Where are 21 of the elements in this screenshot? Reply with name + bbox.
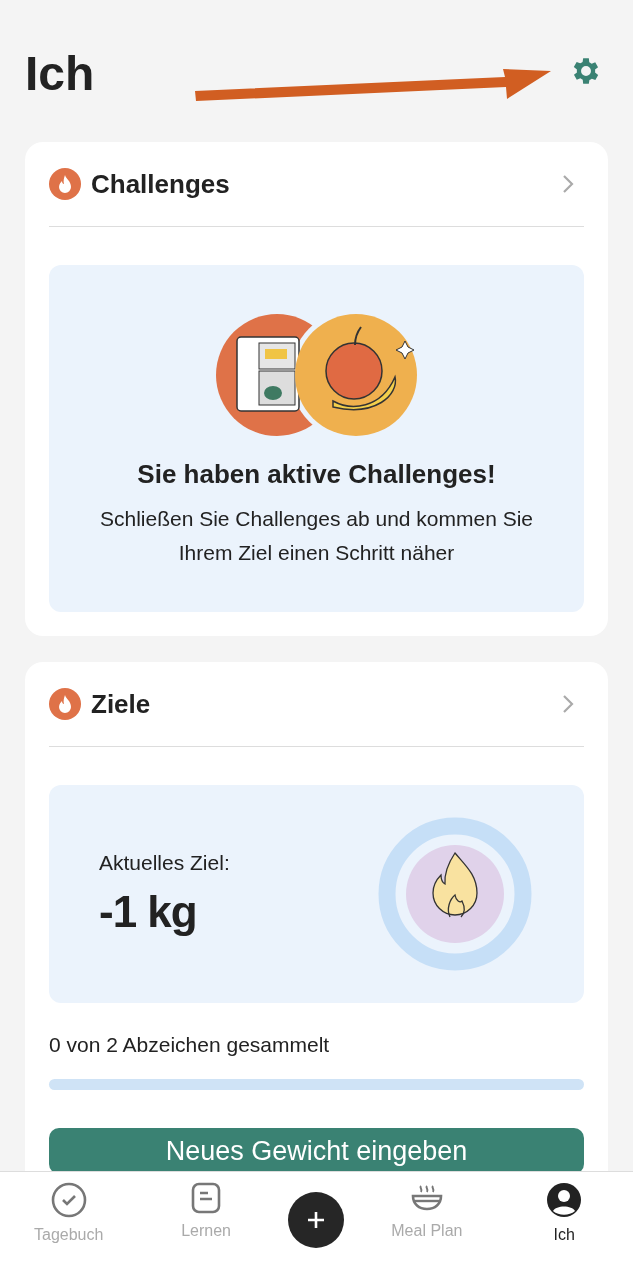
chevron-icon[interactable] <box>562 174 574 194</box>
enter-weight-button[interactable]: Neues Gewicht eingeben <box>49 1128 584 1174</box>
goal-value: -1 kg <box>99 887 198 937</box>
plus-icon <box>306 1210 327 1230</box>
challenges-heading: Sie haben aktive Challenges! <box>137 459 496 490</box>
card-title: Challenges <box>91 168 231 200</box>
tab[interactable]: Tagebuch <box>13 1182 124 1244</box>
chevron-icon[interactable] <box>562 694 574 714</box>
tab[interactable]: Lernen <box>151 1182 262 1240</box>
goal-label: Aktuelles Ziel: <box>99 851 230 875</box>
badges-count: 0 von 2 Abzeichen gesammelt <box>49 1033 331 1057</box>
flame-icon <box>49 168 81 200</box>
tab[interactable]: Meal Plan <box>371 1182 482 1240</box>
profile-icon <box>546 1182 583 1218</box>
flame-icon <box>49 688 81 720</box>
card-title: Ziele <box>91 688 152 720</box>
tab[interactable]: Ich <box>509 1182 620 1244</box>
note-icon <box>191 1182 222 1214</box>
check-circle-icon <box>50 1182 87 1218</box>
challenges-description: Schließen Sie Challenges ab und kommen Sie Ihrem Ziel einen Schritt näher <box>98 506 535 566</box>
page-title: Ich <box>25 45 96 101</box>
